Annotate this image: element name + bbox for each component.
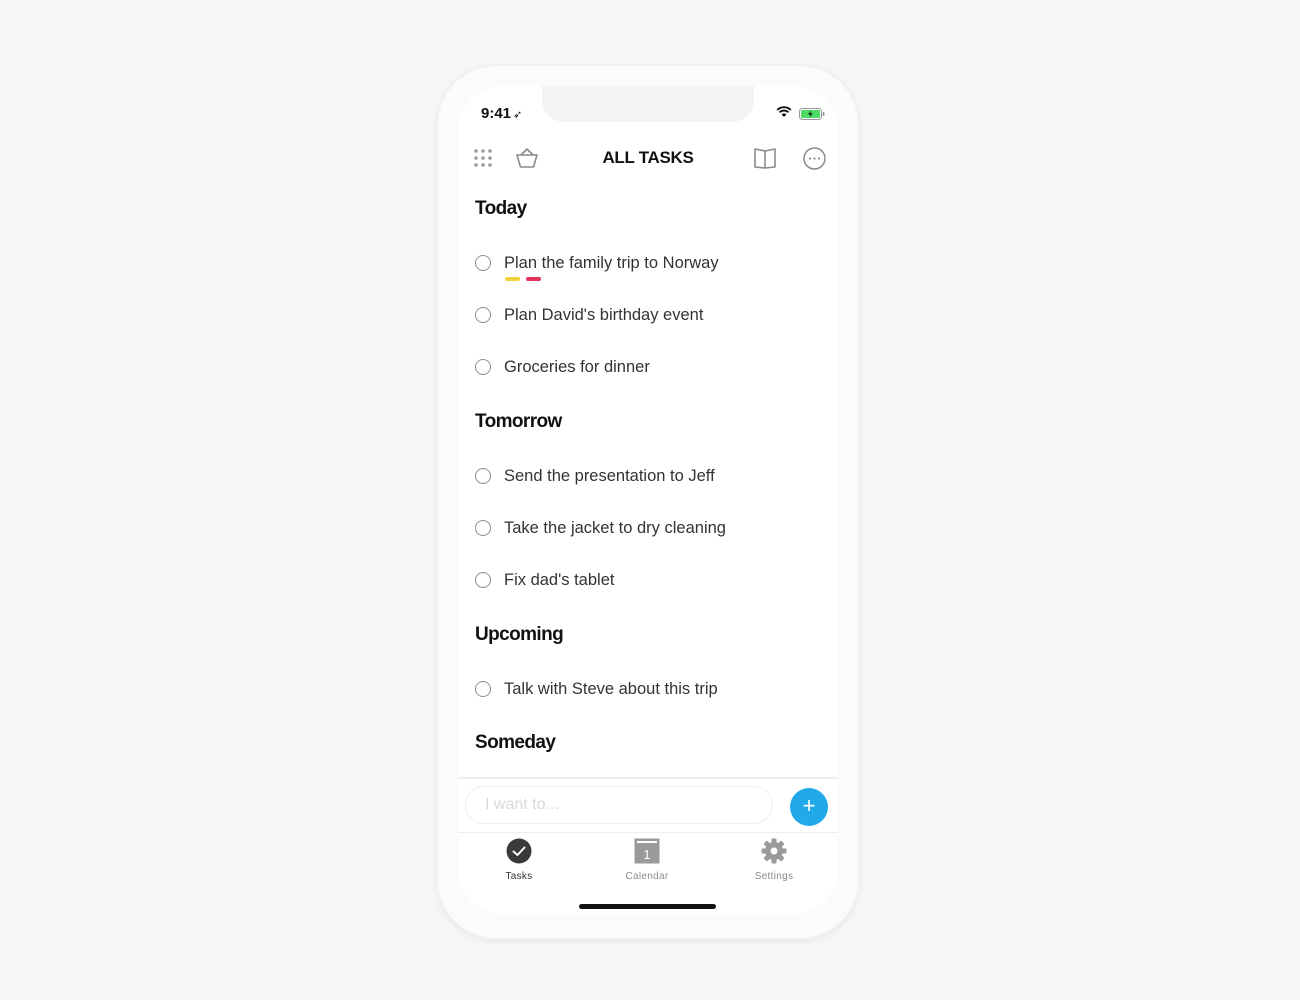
task-checkbox[interactable] [475,255,491,271]
task-item[interactable]: Talk with Steve about this trip [475,677,718,701]
section-today-title: Today [475,198,527,219]
tab-calendar-label: Calendar [625,871,669,882]
tab-settings[interactable]: Settings [729,838,819,882]
gear-icon [761,838,787,864]
task-item[interactable]: Plan David's birthday event [475,303,703,327]
tag-yellow [505,277,520,281]
calendar-icon: 1 [634,838,660,864]
task-label: Groceries for dinner [504,357,650,376]
section-someday-title: Someday [475,732,556,753]
task-checkbox[interactable] [475,520,491,536]
more-options-icon[interactable] [803,147,826,170]
task-item[interactable]: Take the jacket to dry cleaning [475,516,726,540]
add-task-button[interactable]: + [790,788,828,826]
task-label: Plan the family trip to Norway [504,253,719,272]
section-upcoming-title: Upcoming [475,624,564,645]
wifi-icon [776,106,792,117]
calendar-day: 1 [643,847,650,862]
check-circle-icon [506,838,532,864]
location-arrow-icon: ➶ [513,109,523,121]
tab-settings-label: Settings [754,871,794,882]
notch [542,86,754,122]
app-screen: 9:41 ➶ ALL TASKS Today Plan the family tr… [458,86,838,914]
book-icon[interactable] [753,147,777,169]
task-label: Plan David's birthday event [504,305,704,324]
task-input[interactable]: I want to... [465,786,773,824]
tag-red [526,277,541,281]
task-checkbox[interactable] [475,572,491,588]
task-label: Take the jacket to dry cleaning [504,518,726,537]
task-input-placeholder: I want to... [485,796,559,813]
tab-tasks-label: Tasks [505,871,533,882]
home-indicator [579,904,716,909]
task-checkbox[interactable] [475,359,491,375]
task-checkbox[interactable] [475,468,491,484]
tab-calendar[interactable]: 1 Calendar [602,838,692,882]
status-time-text: 9:41 [481,105,512,122]
status-time: 9:41 ➶ [481,105,522,122]
task-item[interactable]: Fix dad's tablet [475,568,614,592]
section-tomorrow-title: Tomorrow [475,411,562,432]
task-checkbox[interactable] [475,681,491,697]
battery-icon [799,108,825,120]
task-item[interactable]: Groceries for dinner [475,355,650,379]
task-label: Fix dad's tablet [504,570,615,589]
task-checkbox[interactable] [475,307,491,323]
tab-tasks[interactable]: Tasks [474,838,564,882]
page-title: ALL TASKS [602,148,694,167]
task-item[interactable]: Send the presentation to Jeff [475,464,715,488]
task-item[interactable]: Plan the family trip to Norway [475,251,719,275]
task-label: Talk with Steve about this trip [504,679,718,698]
composer-divider [458,777,838,779]
tabbar-divider [458,832,838,833]
task-label: Send the presentation to Jeff [504,466,715,485]
